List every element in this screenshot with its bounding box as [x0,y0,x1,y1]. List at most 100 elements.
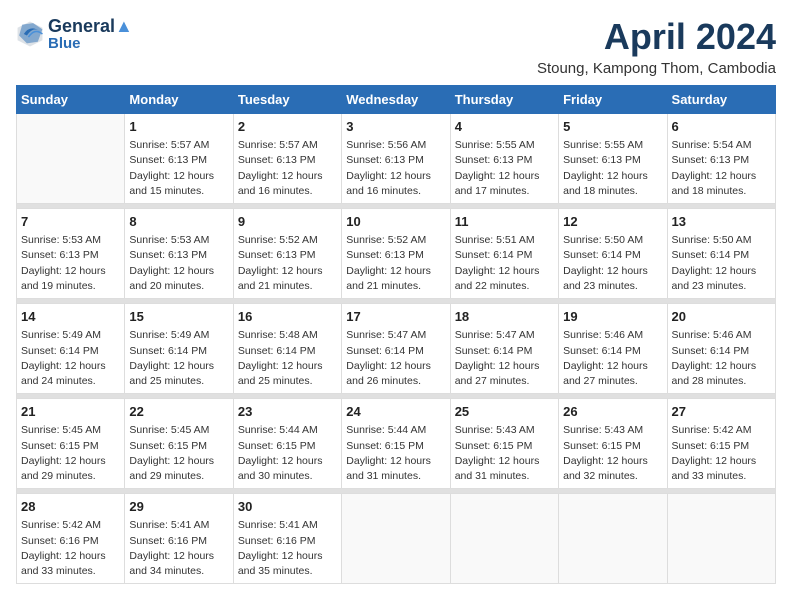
calendar-cell [342,494,450,584]
calendar-cell: 22 Sunrise: 5:45 AMSunset: 6:15 PMDayligh… [125,399,233,489]
day-number: 22 [129,403,228,421]
day-number: 16 [238,308,337,326]
day-info: Sunrise: 5:47 AMSunset: 6:14 PMDaylight:… [455,328,554,389]
day-info: Sunrise: 5:52 AMSunset: 6:13 PMDaylight:… [346,233,445,294]
calendar-cell: 2 Sunrise: 5:57 AMSunset: 6:13 PMDaylight… [233,114,341,204]
title-area: April 2024 Stoung, Kampong Thom, Cambodi… [537,16,776,77]
day-info: Sunrise: 5:47 AMSunset: 6:14 PMDaylight:… [346,328,445,389]
day-number: 20 [672,308,771,326]
day-number: 15 [129,308,228,326]
calendar-cell: 14 Sunrise: 5:49 AMSunset: 6:14 PMDayligh… [17,304,125,394]
calendar-cell: 20 Sunrise: 5:46 AMSunset: 6:14 PMDayligh… [667,304,775,394]
calendar-cell [17,114,125,204]
day-number: 8 [129,213,228,231]
day-info: Sunrise: 5:54 AMSunset: 6:13 PMDaylight:… [672,138,771,199]
header-thursday: Thursday [450,86,558,114]
logo-icon [16,20,44,48]
calendar-cell: 27Sunrise: 5:42 AMSunset: 6:15 PMDayligh… [667,399,775,489]
day-info: Sunrise: 5:43 AMSunset: 6:15 PMDaylight:… [455,423,554,484]
day-info: Sunrise: 5:52 AMSunset: 6:13 PMDaylight:… [238,233,337,294]
day-number: 19 [563,308,662,326]
header-monday: Monday [125,86,233,114]
day-number: 26 [563,403,662,421]
day-info: Sunrise: 5:46 AMSunset: 6:14 PMDaylight:… [563,328,662,389]
calendar-cell: 16 Sunrise: 5:48 AMSunset: 6:14 PMDayligh… [233,304,341,394]
calendar-cell: 3 Sunrise: 5:56 AMSunset: 6:13 PMDaylight… [342,114,450,204]
calendar-week-row: 7 Sunrise: 5:53 AMSunset: 6:13 PMDaylight… [17,209,776,299]
day-number: 11 [455,213,554,231]
calendar-cell [667,494,775,584]
day-info: Sunrise: 5:55 AMSunset: 6:13 PMDaylight:… [563,138,662,199]
day-number: 18 [455,308,554,326]
calendar-cell: 18 Sunrise: 5:47 AMSunset: 6:14 PMDayligh… [450,304,558,394]
day-info: Sunrise: 5:50 AMSunset: 6:14 PMDaylight:… [672,233,771,294]
day-info: Sunrise: 5:48 AMSunset: 6:14 PMDaylight:… [238,328,337,389]
calendar-cell: 8 Sunrise: 5:53 AMSunset: 6:13 PMDaylight… [125,209,233,299]
day-info: Sunrise: 5:50 AMSunset: 6:14 PMDaylight:… [563,233,662,294]
day-info: Sunrise: 5:53 AMSunset: 6:13 PMDaylight:… [129,233,228,294]
day-info: Sunrise: 5:46 AMSunset: 6:14 PMDaylight:… [672,328,771,389]
day-number: 2 [238,118,337,136]
calendar-cell: 13 Sunrise: 5:50 AMSunset: 6:14 PMDayligh… [667,209,775,299]
day-info: Sunrise: 5:45 AMSunset: 6:15 PMDaylight:… [129,423,228,484]
day-number: 4 [455,118,554,136]
calendar-cell [450,494,558,584]
calendar-cell: 9 Sunrise: 5:52 AMSunset: 6:13 PMDaylight… [233,209,341,299]
calendar-cell: 28Sunrise: 5:42 AMSunset: 6:16 PMDayligh… [17,494,125,584]
calendar-cell [559,494,667,584]
day-info: Sunrise: 5:42 AMSunset: 6:16 PMDaylight:… [21,518,120,579]
header-tuesday: Tuesday [233,86,341,114]
page-header: General▲ Blue April 2024 Stoung, Kampong… [16,16,776,77]
day-info: Sunrise: 5:57 AMSunset: 6:13 PMDaylight:… [129,138,228,199]
day-number: 12 [563,213,662,231]
day-info: Sunrise: 5:51 AMSunset: 6:14 PMDaylight:… [455,233,554,294]
calendar-cell: 15 Sunrise: 5:49 AMSunset: 6:14 PMDayligh… [125,304,233,394]
day-number: 27 [672,403,771,421]
calendar-week-row: 14 Sunrise: 5:49 AMSunset: 6:14 PMDayligh… [17,304,776,394]
calendar-table: SundayMondayTuesdayWednesdayThursdayFrid… [16,85,776,584]
calendar-cell: 26 Sunrise: 5:43 AMSunset: 6:15 PMDayligh… [559,399,667,489]
calendar-header-row: SundayMondayTuesdayWednesdayThursdayFrid… [17,86,776,114]
header-sunday: Sunday [17,86,125,114]
calendar-cell: 24 Sunrise: 5:44 AMSunset: 6:15 PMDayligh… [342,399,450,489]
day-number: 17 [346,308,445,326]
day-number: 9 [238,213,337,231]
calendar-cell: 17 Sunrise: 5:47 AMSunset: 6:14 PMDayligh… [342,304,450,394]
day-number: 3 [346,118,445,136]
calendar-cell: 30Sunrise: 5:41 AMSunset: 6:16 PMDayligh… [233,494,341,584]
day-info: Sunrise: 5:49 AMSunset: 6:14 PMDaylight:… [129,328,228,389]
calendar-cell: 4Sunrise: 5:55 AMSunset: 6:13 PMDaylight… [450,114,558,204]
day-number: 6 [672,118,771,136]
day-number: 1 [129,118,228,136]
day-number: 5 [563,118,662,136]
calendar-cell: 6 Sunrise: 5:54 AMSunset: 6:13 PMDaylight… [667,114,775,204]
calendar-cell: 29 Sunrise: 5:41 AMSunset: 6:16 PMDayligh… [125,494,233,584]
calendar-week-row: 21 Sunrise: 5:45 AMSunset: 6:15 PMDayligh… [17,399,776,489]
calendar-week-row: 28Sunrise: 5:42 AMSunset: 6:16 PMDayligh… [17,494,776,584]
day-number: 10 [346,213,445,231]
calendar-cell: 19 Sunrise: 5:46 AMSunset: 6:14 PMDayligh… [559,304,667,394]
day-number: 29 [129,498,228,516]
calendar-subtitle: Stoung, Kampong Thom, Cambodia [537,60,776,77]
day-number: 25 [455,403,554,421]
calendar-title: April 2024 [537,16,776,58]
day-number: 24 [346,403,445,421]
day-number: 13 [672,213,771,231]
calendar-cell: 1 Sunrise: 5:57 AMSunset: 6:13 PMDaylight… [125,114,233,204]
calendar-week-row: 1 Sunrise: 5:57 AMSunset: 6:13 PMDaylight… [17,114,776,204]
calendar-cell: 12 Sunrise: 5:50 AMSunset: 6:14 PMDayligh… [559,209,667,299]
day-info: Sunrise: 5:56 AMSunset: 6:13 PMDaylight:… [346,138,445,199]
day-number: 7 [21,213,120,231]
day-number: 30 [238,498,337,516]
day-info: Sunrise: 5:41 AMSunset: 6:16 PMDaylight:… [129,518,228,579]
day-info: Sunrise: 5:49 AMSunset: 6:14 PMDaylight:… [21,328,120,389]
logo-text: General▲ Blue [48,16,133,52]
day-info: Sunrise: 5:43 AMSunset: 6:15 PMDaylight:… [563,423,662,484]
header-friday: Friday [559,86,667,114]
day-info: Sunrise: 5:57 AMSunset: 6:13 PMDaylight:… [238,138,337,199]
day-number: 14 [21,308,120,326]
day-number: 23 [238,403,337,421]
calendar-cell: 21Sunrise: 5:45 AMSunset: 6:15 PMDayligh… [17,399,125,489]
day-info: Sunrise: 5:44 AMSunset: 6:15 PMDaylight:… [346,423,445,484]
day-number: 21 [21,403,120,421]
